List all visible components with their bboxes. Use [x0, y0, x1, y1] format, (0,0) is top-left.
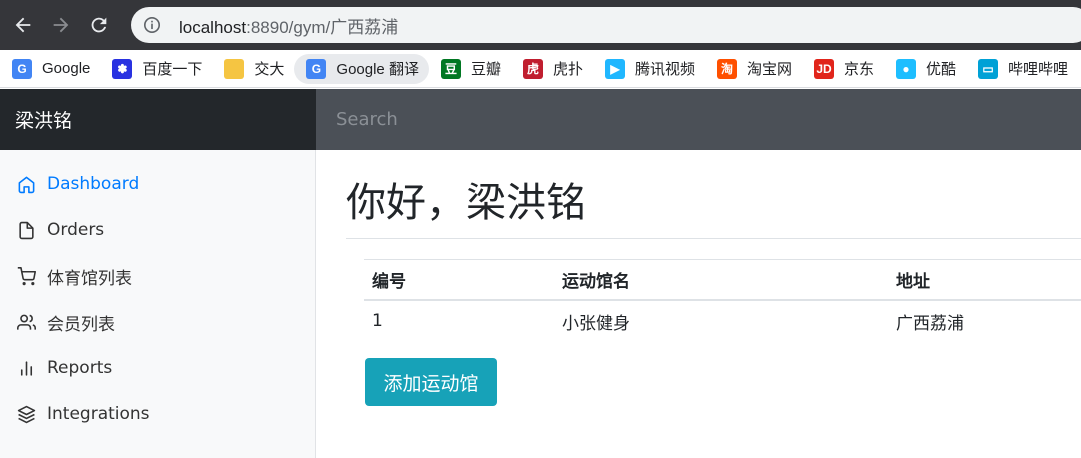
file-icon — [16, 220, 36, 240]
sidebar-item-label: Orders — [47, 220, 105, 240]
column-header-address: 地址 — [896, 271, 930, 292]
back-button[interactable] — [4, 6, 42, 44]
reload-button[interactable] — [80, 6, 118, 44]
reload-icon — [91, 17, 107, 33]
address-bar[interactable]: localhost:8890/gym/广西荔浦 — [131, 7, 1081, 43]
table-header-row: 编号 运动馆名 地址 — [364, 259, 1081, 300]
bookmark-label: 百度一下 — [142, 61, 203, 78]
cell-gym-name: 小张健身 — [562, 313, 630, 334]
sidebar-item-bar-chart[interactable]: Reports — [0, 345, 315, 391]
bookmark-label: Google — [42, 60, 91, 77]
bookmark-hupu[interactable]: 虎虎扑 — [511, 54, 593, 84]
sidebar: Dashboard Orders 体育馆列表会员列表 Reports Integrati… — [0, 150, 316, 458]
bookmark-label: 豆瓣 — [470, 61, 501, 78]
bookmark-label: 淘宝网 — [747, 61, 793, 78]
sidebar-item-file[interactable]: Orders — [0, 207, 315, 253]
bookmark-bilibili[interactable]: ▭ 哔哩哔哩 — [966, 54, 1078, 84]
users-icon — [16, 312, 36, 332]
bookmark-label: 优酷 — [926, 61, 957, 78]
hupu-icon: 虎 — [522, 58, 543, 79]
sidebar-item-label: Dashboard — [47, 174, 140, 194]
search-input[interactable] — [316, 89, 1081, 150]
google-icon: G — [12, 58, 32, 79]
url-host: localhost — [179, 17, 247, 37]
bookmark-label: 交大 — [254, 61, 285, 78]
bookmark-douban[interactable]: 豆豆瓣 — [429, 54, 511, 84]
column-header-id: 编号 — [372, 271, 406, 292]
bookmark-label: Google 翻译 — [336, 61, 419, 78]
layers-icon — [16, 404, 36, 424]
table-row: 1 小张健身 广西荔浦 — [364, 300, 1081, 342]
gym-table: 编号 运动馆名 地址 1 小张健身 广西荔浦 — [364, 259, 1081, 342]
douban-icon: 豆 — [440, 58, 461, 79]
bookmark-baidu[interactable]: ✽ 百度一下 — [100, 54, 212, 84]
bookmark-jd[interactable]: JD 京东 — [802, 54, 884, 84]
bookmark-tencent-video[interactable]: ▶ 腾讯视频 — [593, 54, 705, 84]
sidebar-item-label: 会员列表 — [47, 314, 115, 335]
bar-chart-icon — [16, 358, 36, 378]
sidebar-item-label: Integrations — [47, 404, 150, 424]
bilibili-icon: ▭ — [978, 58, 999, 79]
sidebar-item-shopping-cart[interactable]: 体育馆列表 — [0, 253, 315, 299]
navbar-brand[interactable]: 梁洪铭 — [0, 89, 316, 150]
bookmark-youku[interactable]: ● 优酷 — [884, 54, 966, 84]
cell-address: 广西荔浦 — [896, 313, 964, 334]
taobao-icon: 淘 — [717, 58, 737, 79]
baidu-icon: ✽ — [112, 58, 133, 79]
bookmarks-bar: G Google ✽ 百度一下 交大 G Google 翻译豆豆瓣虎虎扑 ▶ 腾讯视频淘淘宝网 J… — [0, 50, 1081, 88]
cell-id: 1 — [372, 311, 383, 331]
arrow-right-icon — [53, 17, 69, 33]
info-icon[interactable] — [143, 16, 161, 34]
bookmark-label: 腾讯视频 — [634, 61, 695, 78]
url-text: localhost:8890/gym/广西荔浦 — [179, 13, 398, 38]
browser-toolbar: localhost:8890/gym/广西荔浦 — [0, 0, 1081, 50]
page-title: 你好，梁洪铭 — [346, 180, 586, 226]
bookmark-label: 哔哩哔哩 — [1008, 61, 1069, 78]
bookmark-label: 京东 — [844, 61, 875, 78]
sidebar-item-label: 体育馆列表 — [47, 268, 132, 289]
url-path: :8890/gym/广西荔浦 — [246, 17, 399, 37]
google-translate-icon: G — [306, 58, 327, 79]
youku-icon: ● — [896, 58, 917, 79]
add-gym-button[interactable]: 添加运动馆 — [365, 358, 497, 406]
bookmark-google-translate[interactable]: G Google 翻译 — [294, 53, 429, 84]
bookmark-taobao[interactable]: 淘淘宝网 — [705, 54, 802, 84]
bookmark-folder[interactable]: 交大 — [212, 54, 294, 84]
forward-button[interactable] — [42, 6, 80, 44]
sidebar-item-home[interactable]: Dashboard — [0, 161, 315, 207]
column-header-name: 运动馆名 — [562, 271, 630, 292]
home-icon — [16, 174, 36, 194]
app-navbar: 梁洪铭 — [0, 89, 1081, 150]
folder-icon — [224, 58, 245, 79]
sidebar-item-label: Reports — [47, 358, 113, 378]
sidebar-item-users[interactable]: 会员列表 — [0, 299, 315, 345]
bookmark-google[interactable]: G Google — [0, 54, 100, 84]
tencent-video-icon: ▶ — [604, 58, 625, 79]
divider — [346, 238, 1081, 239]
sidebar-item-layers[interactable]: Integrations — [0, 391, 315, 437]
main-content: 你好，梁洪铭 编号 运动馆名 地址 1 小张健身 广西荔浦 添加运动馆 — [316, 150, 1081, 458]
bookmark-label: 虎扑 — [552, 61, 583, 78]
jd-icon: JD — [814, 58, 835, 79]
shopping-cart-icon — [16, 266, 36, 286]
arrow-left-icon — [15, 17, 31, 33]
